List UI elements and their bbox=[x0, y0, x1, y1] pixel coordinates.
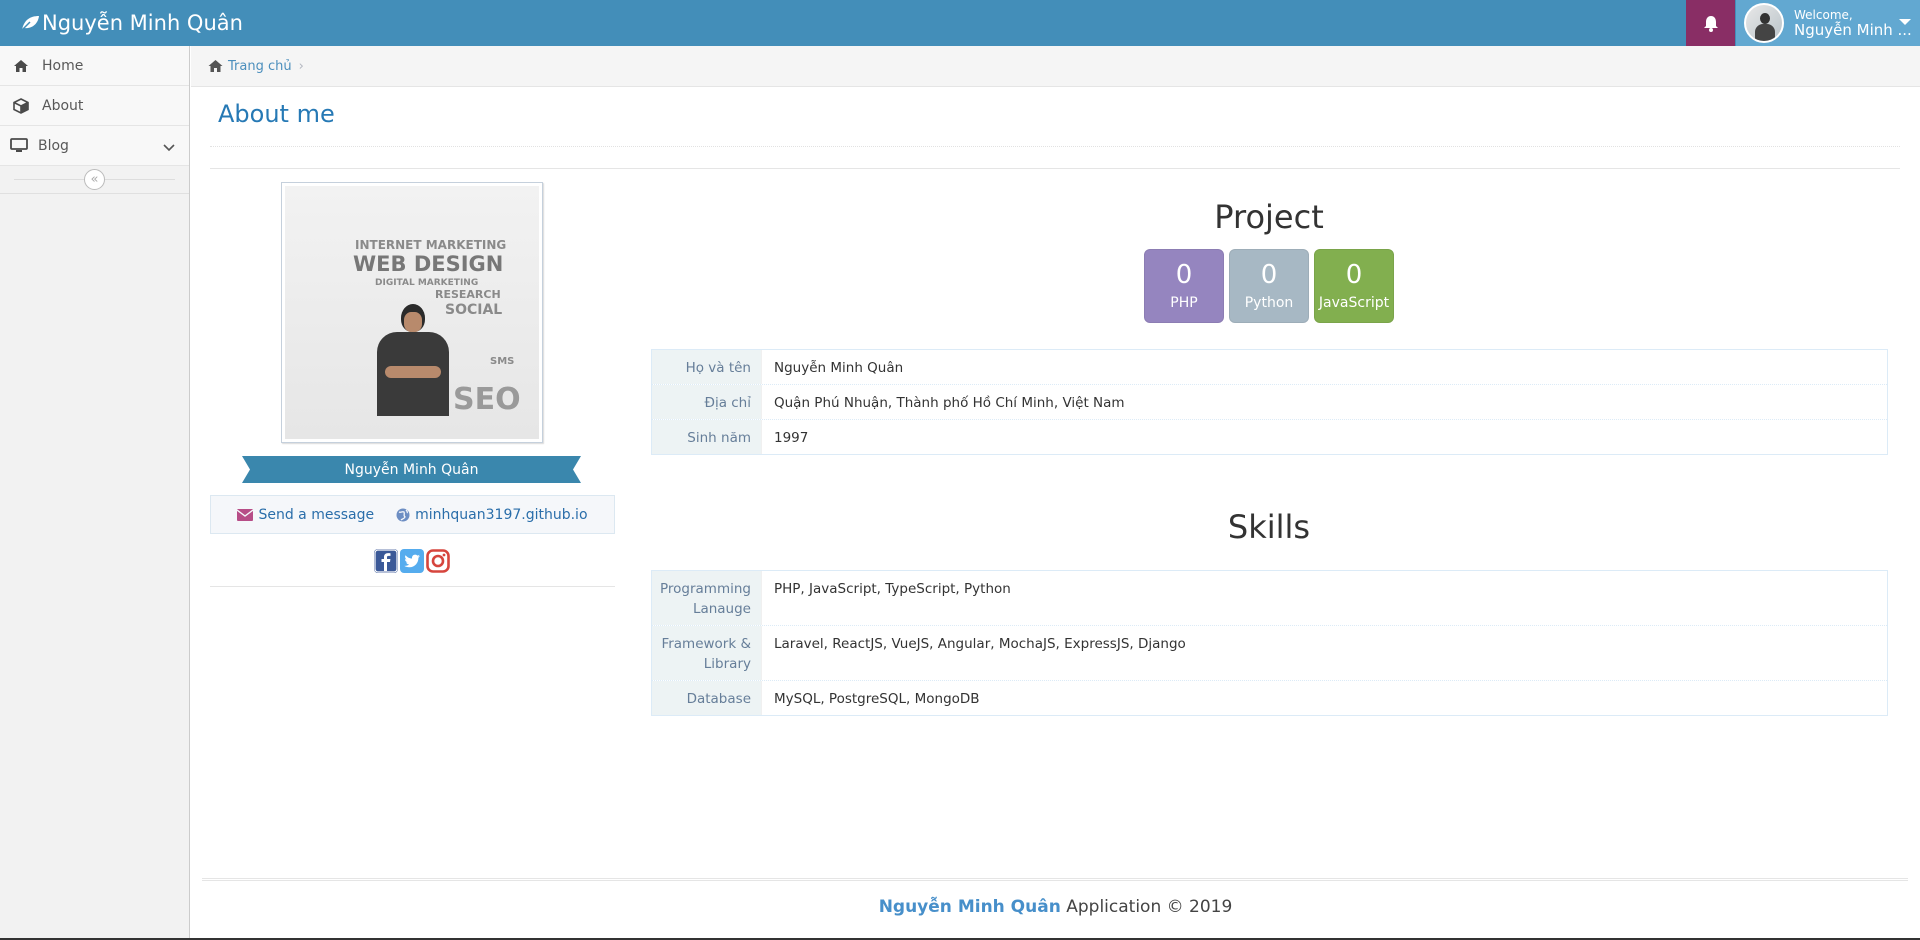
stat-count: 0 bbox=[1345, 260, 1363, 290]
sidebar-item-about[interactable]: About bbox=[0, 86, 189, 126]
brand-name: Nguyễn Minh Quân bbox=[42, 11, 243, 35]
photo-word: SMS bbox=[490, 356, 515, 367]
page-title: About me bbox=[218, 100, 335, 128]
send-message-link[interactable]: Send a message bbox=[237, 507, 374, 523]
profile-picture: INTERNET MARKETING WEB DESIGN DIGITAL MA… bbox=[281, 182, 543, 443]
website-link[interactable]: minhquan3197.github.io bbox=[396, 506, 588, 523]
stat-count: 0 bbox=[1175, 260, 1193, 290]
sidebar-item-home[interactable]: Home bbox=[0, 46, 189, 86]
photo-word: SEO bbox=[453, 382, 521, 417]
footer-divider bbox=[202, 878, 1908, 881]
notifications-button[interactable] bbox=[1686, 0, 1735, 46]
chevron-down-icon bbox=[163, 140, 175, 156]
photo-word: DIGITAL MARKETING bbox=[375, 278, 479, 288]
sidebar: Home About Blog « bbox=[0, 46, 190, 940]
project-stat-php: 0 PHP bbox=[1144, 249, 1224, 323]
send-message-label: Send a message bbox=[258, 506, 375, 523]
cube-icon bbox=[0, 97, 42, 114]
breadcrumb: Trang chủ › bbox=[191, 46, 1920, 87]
info-value: Laravel, ReactJS, VueJS, Angular, MochaJ… bbox=[774, 636, 1186, 652]
instagram-icon[interactable] bbox=[426, 549, 450, 573]
profile-name: Nguyễn Minh Quân bbox=[344, 461, 479, 478]
info-value: Quận Phú Nhuận, Thành phố Hồ Chí Minh, V… bbox=[774, 395, 1125, 411]
project-stat-python: 0 Python bbox=[1229, 249, 1309, 323]
sidebar-collapse-button[interactable]: « bbox=[84, 169, 105, 190]
desktop-icon bbox=[0, 138, 38, 153]
photo-word: WEB DESIGN bbox=[353, 252, 504, 276]
user-name: Nguyễn Minh ... bbox=[1794, 21, 1912, 39]
project-stats: 0 PHP 0 Python 0 JavaScript bbox=[1144, 249, 1394, 323]
sidebar-collapse-bar: « bbox=[0, 166, 189, 194]
profile-photo: INTERNET MARKETING WEB DESIGN DIGITAL MA… bbox=[285, 186, 539, 439]
info-row: Sinh năm 1997 bbox=[652, 419, 1887, 454]
footer-suffix: Application © 2019 bbox=[1060, 897, 1233, 917]
sidebar-item-blog[interactable]: Blog bbox=[0, 126, 189, 166]
info-row: Programming Lanauge PHP, JavaScript, Typ… bbox=[652, 571, 1887, 625]
home-icon bbox=[208, 60, 223, 72]
navbar: Nguyễn Minh Quân Welcome, Nguyễn Minh ..… bbox=[0, 0, 1920, 46]
photo-word: INTERNET MARKETING bbox=[355, 238, 507, 252]
info-row: Địa chỉ Quận Phú Nhuận, Thành phố Hồ Chí… bbox=[652, 384, 1887, 419]
skills-title: Skills bbox=[1227, 508, 1311, 546]
divider bbox=[210, 168, 1900, 169]
info-value: MySQL, PostgreSQL, MongoDB bbox=[774, 691, 980, 707]
user-menu[interactable]: Welcome, Nguyễn Minh ... bbox=[1736, 0, 1920, 46]
stat-label: Python bbox=[1244, 295, 1294, 311]
avatar bbox=[1744, 3, 1784, 43]
leaf-icon bbox=[20, 16, 39, 32]
personal-info-table: Họ và tên Nguyễn Minh Quân Địa chỉ Quận … bbox=[651, 349, 1888, 455]
photo-word: RESEARCH bbox=[435, 288, 501, 301]
name-ribbon: Nguyễn Minh Quân bbox=[242, 456, 581, 483]
stat-label: JavaScript bbox=[1318, 295, 1390, 311]
globe-icon bbox=[396, 508, 410, 521]
sidebar-item-label: About bbox=[42, 97, 84, 114]
sidebar-item-label: Blog bbox=[38, 137, 69, 154]
info-name: Framework & Library bbox=[652, 626, 762, 680]
footer-name: Nguyễn Minh Quân bbox=[878, 897, 1061, 917]
photo-word: SOCIAL bbox=[445, 302, 503, 318]
envelope-icon bbox=[237, 508, 254, 521]
info-name: Database bbox=[652, 681, 762, 715]
info-value: Nguyễn Minh Quân bbox=[774, 360, 904, 376]
social-links bbox=[374, 549, 450, 573]
footer: Nguyễn Minh Quân Application © 2019 bbox=[191, 897, 1920, 917]
bell-icon bbox=[1703, 15, 1718, 32]
brand[interactable]: Nguyễn Minh Quân bbox=[20, 0, 243, 46]
info-name: Địa chỉ bbox=[652, 385, 762, 419]
info-row: Framework & Library Laravel, ReactJS, Vu… bbox=[652, 625, 1887, 680]
project-title: Project bbox=[1214, 198, 1324, 236]
website-label: minhquan3197.github.io bbox=[415, 506, 588, 523]
info-value: PHP, JavaScript, TypeScript, Python bbox=[774, 581, 1011, 597]
skills-table: Programming Lanauge PHP, JavaScript, Typ… bbox=[651, 570, 1888, 716]
sidebar-item-label: Home bbox=[42, 57, 84, 74]
breadcrumb-separator: › bbox=[298, 58, 304, 74]
project-stat-javascript: 0 JavaScript bbox=[1314, 249, 1394, 323]
divider bbox=[210, 586, 615, 587]
info-name: Sinh năm bbox=[652, 420, 762, 454]
page-header: About me bbox=[210, 87, 1900, 147]
info-row: Họ và tên Nguyễn Minh Quân bbox=[652, 350, 1887, 384]
user-info: Welcome, Nguyễn Minh ... bbox=[1794, 8, 1912, 38]
stat-count: 0 bbox=[1260, 260, 1278, 290]
info-name: Họ và tên bbox=[652, 350, 762, 384]
caret-down-icon bbox=[1899, 19, 1911, 25]
info-name: Programming Lanauge bbox=[652, 571, 762, 625]
info-row: Database MySQL, PostgreSQL, MongoDB bbox=[652, 680, 1887, 715]
breadcrumb-home-link[interactable]: Trang chủ bbox=[228, 59, 292, 74]
home-icon bbox=[0, 59, 42, 73]
double-chevron-left-icon: « bbox=[90, 172, 99, 187]
facebook-icon[interactable] bbox=[374, 549, 398, 573]
twitter-icon[interactable] bbox=[400, 549, 424, 573]
stat-label: PHP bbox=[1170, 295, 1198, 311]
contact-box: Send a message minhquan3197.github.io bbox=[210, 495, 615, 534]
info-value: 1997 bbox=[774, 430, 809, 446]
